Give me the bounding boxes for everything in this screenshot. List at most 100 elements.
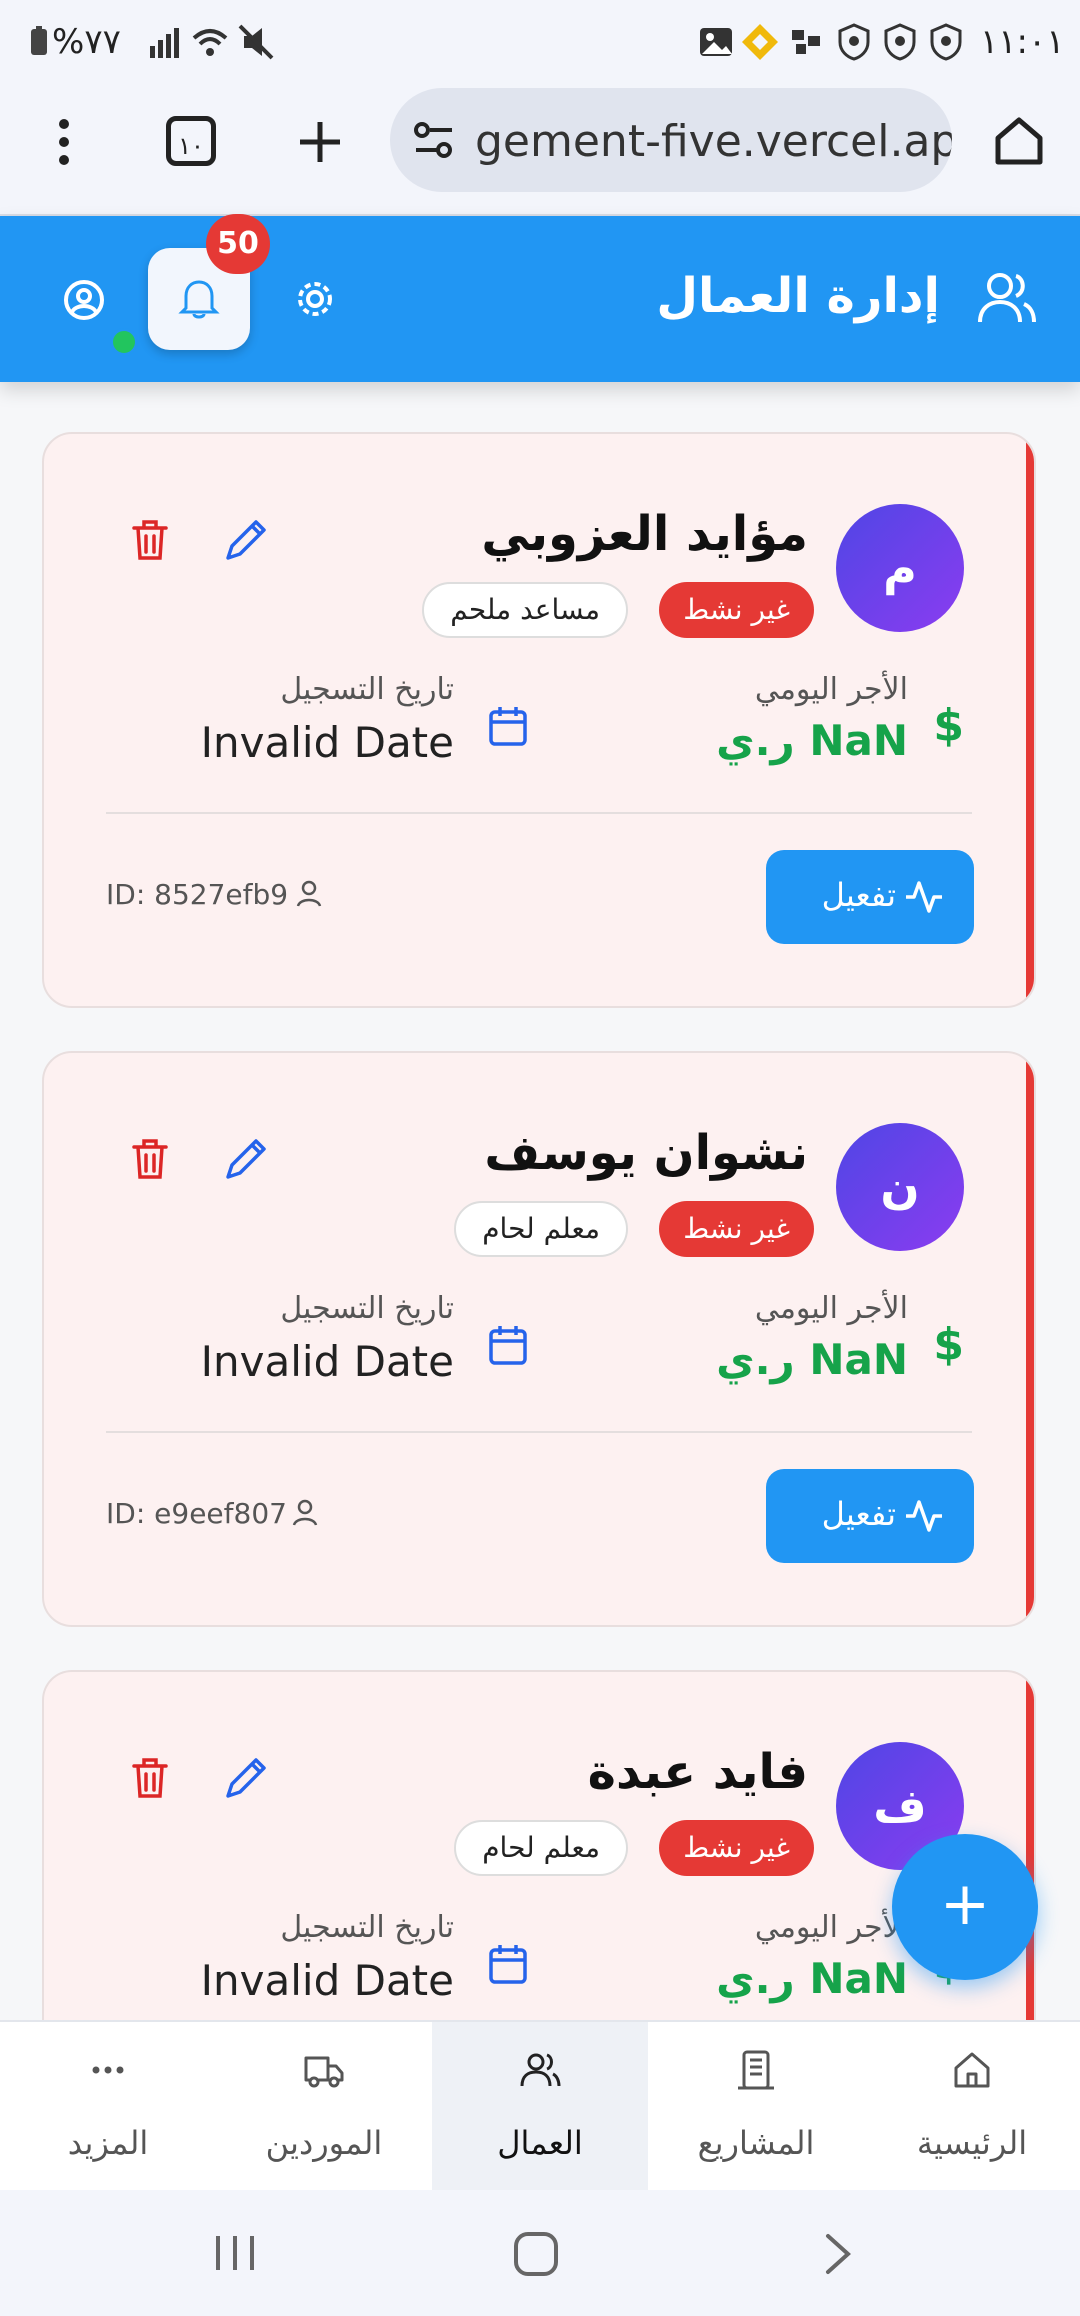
role-badge: مساعد ملحم — [422, 582, 628, 638]
status-badge: غير نشط — [659, 1201, 814, 1257]
registration-label: تاريخ التسجيل — [280, 1291, 454, 1326]
page-title: إدارة العمال — [656, 268, 940, 324]
status-accent-bar — [1026, 434, 1034, 1006]
activate-button[interactable]: تفعيل — [766, 850, 974, 944]
activate-label: تفعيل — [821, 1495, 896, 1533]
worker-id: ID: e9eef807 — [106, 1497, 287, 1530]
worker-id: ID: 8527efb9 — [106, 878, 289, 911]
activity-icon — [906, 1500, 942, 1532]
worker-name: مؤايد العزوبي — [481, 506, 808, 562]
edit-icon[interactable] — [218, 512, 274, 568]
clock: ١١:٠١ — [980, 22, 1065, 62]
activate-button[interactable]: تفعيل — [766, 1469, 974, 1563]
worker-name: فايد عبدة — [587, 1744, 808, 1800]
registration-date: Invalid Date — [200, 1337, 454, 1386]
profile-icon[interactable] — [62, 278, 106, 322]
wifi-icon — [192, 29, 228, 56]
notification-badge: 50 — [206, 214, 270, 274]
wage-value: NaN ر.ي — [716, 1335, 908, 1384]
delete-icon[interactable] — [122, 1750, 178, 1806]
registration-label: تاريخ التسجيل — [280, 672, 454, 707]
registration-label: تاريخ التسجيل — [280, 1910, 454, 1945]
tab-switcher-button[interactable]: ١٠ — [166, 116, 216, 166]
wage-value: NaN ر.ي — [716, 716, 908, 765]
binance-icon — [742, 24, 778, 60]
edit-icon[interactable] — [218, 1131, 274, 1187]
shield-icon — [930, 23, 962, 61]
nav-label: العمال — [497, 2124, 583, 2162]
site-settings-icon[interactable] — [412, 118, 456, 162]
battery-icon — [31, 26, 47, 55]
avatar: ن — [836, 1123, 964, 1251]
status-badge: غير نشط — [659, 1820, 814, 1876]
home-icon[interactable] — [992, 114, 1046, 168]
add-worker-button[interactable]: + — [892, 1834, 1038, 1980]
users-icon — [520, 2053, 561, 2087]
nav-item-workers[interactable]: العمال — [432, 2022, 648, 2192]
activity-icon — [906, 881, 942, 913]
dollar-icon: $ — [933, 700, 964, 751]
user-icon — [292, 1499, 318, 1526]
edit-icon[interactable] — [218, 1750, 274, 1806]
user-icon — [296, 880, 322, 907]
registration-date: Invalid Date — [200, 1956, 454, 2005]
avatar: م — [836, 504, 964, 632]
bottom-nav: الرئيسية المشاريع العمال الموردين المزيد — [0, 2020, 1080, 2192]
users-icon — [978, 273, 1036, 323]
app-header: إدارة العمال — [0, 216, 1080, 382]
wage-label: الأجر اليومي — [754, 1291, 908, 1326]
worker-card: ف فايد عبدة غير نشط معلم لحام $ الأجر ال… — [42, 1670, 1036, 2070]
signal-icon — [150, 28, 179, 58]
bell-icon — [178, 280, 220, 319]
nav-label: المشاريع — [697, 2124, 815, 2162]
nav-label: المزيد — [67, 2124, 149, 2162]
online-status-dot — [110, 328, 138, 356]
delete-icon[interactable] — [122, 512, 178, 568]
nav-item-more[interactable]: المزيد — [0, 2022, 216, 2192]
wage-value: NaN ر.ي — [716, 1954, 908, 2003]
address-bar[interactable]: gement-five.vercel.app — [390, 88, 952, 192]
new-tab-icon[interactable] — [296, 118, 344, 166]
worker-card: م مؤايد العزوبي غير نشط مساعد ملحم $ الأ… — [42, 432, 1036, 1008]
delete-icon[interactable] — [122, 1131, 178, 1187]
home-icon — [954, 2052, 990, 2088]
calendar-icon — [489, 1326, 527, 1365]
back-icon[interactable] — [820, 2230, 856, 2278]
registration-date: Invalid Date — [200, 718, 454, 767]
role-badge: معلم لحام — [454, 1820, 628, 1876]
shield-icon — [838, 23, 870, 61]
divider — [106, 1431, 972, 1433]
wage-label: الأجر اليومي — [754, 672, 908, 707]
recent-apps-icon[interactable] — [210, 2230, 260, 2276]
home-button-icon[interactable] — [512, 2230, 560, 2278]
gear-icon[interactable] — [294, 278, 336, 320]
activate-label: تفعيل — [821, 876, 896, 914]
wage-label: الأجر اليومي — [754, 1910, 908, 1945]
role-badge: معلم لحام — [454, 1201, 628, 1257]
building-icon — [738, 2050, 774, 2090]
status-accent-bar — [1026, 1053, 1034, 1625]
mute-icon — [238, 24, 274, 60]
image-icon — [700, 28, 732, 56]
browser-toolbar: ١٠ gement-five.vercel.app — [0, 84, 1080, 216]
dollar-icon: $ — [933, 1319, 964, 1370]
status-bar: %٧٧ ١١:٠١ — [0, 0, 1080, 84]
battery-percent: %٧٧ — [52, 22, 121, 62]
truck-icon — [304, 2056, 344, 2088]
status-badge: غير نشط — [659, 582, 814, 638]
nav-item-projects[interactable]: المشاريع — [648, 2022, 864, 2192]
worker-name: نشوان يوسف — [484, 1125, 808, 1181]
nav-item-home[interactable]: الرئيسية — [864, 2022, 1080, 2192]
nav-label: الرئيسية — [916, 2124, 1028, 2162]
calendar-icon — [489, 1945, 527, 1984]
url-text: gement-five.vercel.app — [475, 116, 952, 167]
nav-item-suppliers[interactable]: الموردين — [216, 2022, 432, 2192]
menu-dots-icon[interactable] — [44, 114, 84, 170]
shield-icon — [884, 23, 916, 61]
system-nav-bar — [0, 2190, 1080, 2316]
nav-label: الموردين — [265, 2124, 383, 2162]
worker-card: ن نشوان يوسف غير نشط معلم لحام $ الأجر ا… — [42, 1051, 1036, 1627]
app-icon — [792, 30, 820, 54]
more-icon — [92, 2066, 124, 2074]
calendar-icon — [489, 707, 527, 746]
